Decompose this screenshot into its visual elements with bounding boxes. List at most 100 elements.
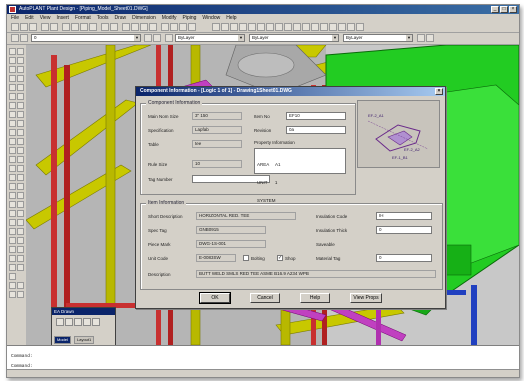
red-tool-4-icon[interactable] [17,291,24,298]
linetype-select[interactable]: ByLayer ▼ [249,34,339,42]
palette-tool-1-icon[interactable] [56,318,64,326]
revcloud-icon[interactable] [17,75,24,82]
spline-icon[interactable] [9,84,16,91]
palette-tool-2-icon[interactable] [65,318,73,326]
break-icon[interactable] [9,174,16,181]
red-tool-icon[interactable] [9,282,16,289]
layer-previous-icon[interactable] [153,34,161,42]
color-select[interactable]: ByLayer ▼ [175,34,245,42]
support-icon[interactable] [17,219,24,226]
print-icon[interactable] [41,23,49,31]
nozzle-icon[interactable] [9,228,16,235]
cut-icon[interactable] [62,23,70,31]
extend-icon[interactable] [17,165,24,172]
zoom-icon[interactable] [131,23,139,31]
lineweight-select[interactable]: ByLayer ▼ [343,34,413,42]
line-icon[interactable] [9,48,16,55]
insert-block-icon[interactable] [9,93,16,100]
toolbar-extra-icon[interactable] [426,34,434,42]
equipment-icon[interactable] [17,228,24,235]
paste-icon[interactable] [80,23,88,31]
mtext-icon[interactable] [9,120,16,127]
tool-palettes-icon[interactable] [179,23,187,31]
shop-checkbox[interactable]: ✓ [277,255,283,261]
polar-icon[interactable] [338,23,346,31]
color-swatch-icon[interactable] [165,34,173,42]
menu-view[interactable]: View [40,14,51,22]
dialog-close-button[interactable]: × [435,88,443,95]
ortho-icon[interactable] [329,23,337,31]
menu-draw[interactable]: Draw [114,14,126,22]
undo-icon[interactable] [101,23,109,31]
plot-style-icon[interactable] [417,34,425,42]
menu-modify[interactable]: Modify [162,14,177,22]
tab-model[interactable]: Model [54,336,71,344]
make-block-icon[interactable] [17,93,24,100]
stretch-icon[interactable] [17,156,24,163]
zoom-window-icon[interactable] [140,23,148,31]
polyline-icon[interactable] [9,57,16,64]
new-icon[interactable] [11,23,19,31]
table-icon[interactable] [17,111,24,118]
fillet-icon[interactable] [17,183,24,190]
insulation-thick-field[interactable]: 0 [376,226,432,234]
red-tool-2-icon[interactable] [17,282,24,289]
palette-tool-3-icon[interactable] [74,318,82,326]
copy-object-icon[interactable] [9,129,16,136]
view-props-button[interactable]: View Props [350,293,382,303]
menu-format[interactable]: Format [75,14,91,22]
annotate-icon[interactable] [17,255,24,262]
join-icon[interactable] [17,174,24,181]
rectangle-icon[interactable] [9,66,16,73]
osnap-icon[interactable] [347,23,355,31]
ellipse-icon[interactable] [17,84,24,91]
region-icon[interactable] [9,111,16,118]
measure-icon[interactable] [302,23,310,31]
zoom-previous-icon[interactable] [149,23,157,31]
layer-tool-icon[interactable] [9,264,16,271]
iso-icon[interactable] [9,237,16,244]
pan-icon[interactable] [122,23,130,31]
bolting-checkbox[interactable] [243,255,249,261]
erase-icon[interactable] [17,120,24,127]
minimize-button[interactable]: _ [491,6,499,13]
menu-help[interactable]: Help [226,14,236,22]
make-current-icon[interactable] [144,34,152,42]
arc-icon[interactable] [17,66,24,73]
redo-icon[interactable] [110,23,118,31]
point-icon[interactable] [9,102,16,109]
menu-dimension[interactable]: Dimension [132,14,156,22]
insulation-code-field[interactable]: IH [376,212,432,220]
render-icon[interactable] [212,23,220,31]
warning-icon[interactable] [17,264,24,271]
save-icon[interactable] [29,23,37,31]
hatch-icon[interactable] [17,102,24,109]
menu-piping[interactable]: Piping [183,14,197,22]
connect-icon[interactable] [17,237,24,244]
slice-icon[interactable] [293,23,301,31]
array-icon[interactable] [17,138,24,145]
elbow-icon[interactable] [9,201,16,208]
menu-edit[interactable]: Edit [25,14,34,22]
section-icon[interactable] [284,23,292,31]
leader-icon[interactable] [9,255,16,262]
text-style-icon[interactable] [9,273,16,280]
explode-icon[interactable] [9,192,16,199]
otrack-icon[interactable] [356,23,364,31]
flange-icon[interactable] [9,210,16,217]
circle-icon[interactable] [9,75,16,82]
layer-manager-icon[interactable] [11,34,19,42]
tee-icon[interactable] [17,201,24,208]
match-properties-icon[interactable] [89,23,97,31]
offset-icon[interactable] [9,138,16,145]
chamfer-icon[interactable] [9,183,16,190]
layer-state-icon[interactable] [20,34,28,42]
light-icon[interactable] [257,23,265,31]
material-tag-field[interactable]: 0 [376,254,432,262]
mirror-icon[interactable] [17,129,24,136]
trim-icon[interactable] [9,165,16,172]
orbit-icon[interactable] [230,23,238,31]
move-icon[interactable] [9,147,16,154]
cancel-button[interactable]: Cancel [250,293,280,303]
close-button[interactable]: × [509,6,517,13]
